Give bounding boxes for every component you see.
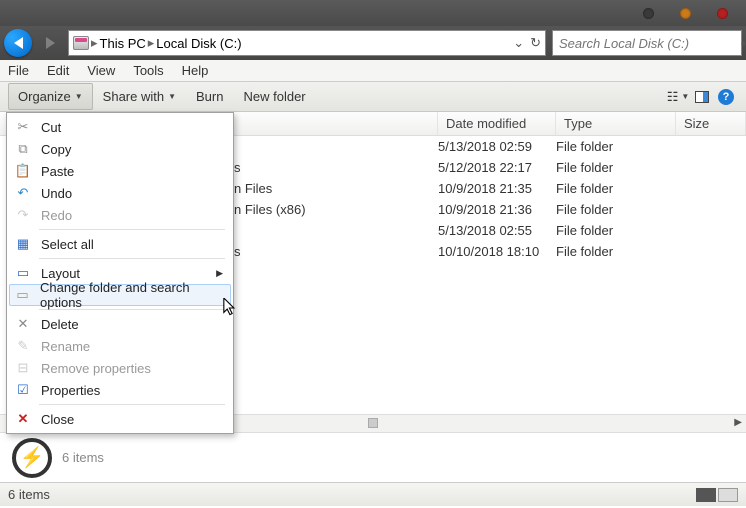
rename-icon: ✎	[15, 338, 31, 354]
menu-separator	[39, 258, 225, 259]
share-with-button[interactable]: Share with▼	[93, 83, 186, 110]
organize-menu: ✂Cut ⧉Copy 📋Paste ↶Undo ↷Redo ▦Select al…	[6, 112, 234, 434]
menu-edit[interactable]: Edit	[47, 63, 69, 78]
menu-undo[interactable]: ↶Undo	[9, 182, 231, 204]
file-type: File folder	[556, 202, 676, 217]
maximize-button[interactable]	[680, 8, 691, 19]
cut-icon: ✂	[15, 119, 31, 135]
file-type: File folder	[556, 139, 676, 154]
burn-button[interactable]: Burn	[186, 83, 233, 110]
menu-view[interactable]: View	[87, 63, 115, 78]
file-date: 5/13/2018 02:55	[438, 223, 556, 238]
chevron-down-icon: ▼	[75, 92, 83, 101]
delete-icon: ✕	[15, 316, 31, 332]
column-type[interactable]: Type	[556, 112, 676, 135]
menu-separator	[39, 404, 225, 405]
copy-icon: ⧉	[15, 141, 31, 157]
menu-close[interactable]: ✕Close	[9, 408, 231, 430]
file-date: 5/13/2018 02:59	[438, 139, 556, 154]
file-date: 5/12/2018 22:17	[438, 160, 556, 175]
menu-bar: File Edit View Tools Help	[0, 60, 746, 82]
status-text: 6 items	[8, 487, 50, 502]
close-icon: ✕	[15, 411, 31, 427]
column-date[interactable]: Date modified	[438, 112, 556, 135]
file-type: File folder	[556, 223, 676, 238]
file-date: 10/10/2018 18:10	[438, 244, 556, 259]
menu-paste[interactable]: 📋Paste	[9, 160, 231, 182]
status-view-icon-2[interactable]	[718, 488, 738, 502]
select-all-icon: ▦	[15, 236, 31, 252]
arrow-right-icon	[46, 37, 55, 49]
menu-rename: ✎Rename	[9, 335, 231, 357]
new-folder-button[interactable]: New folder	[233, 83, 315, 110]
redo-icon: ↷	[15, 207, 31, 223]
menu-change-options[interactable]: ▭Change folder and search options	[9, 284, 231, 306]
navigation-bar: ▸ This PC ▸ Local Disk (C:) ⌄ ↻ •••	[0, 26, 746, 60]
file-type: File folder	[556, 160, 676, 175]
breadcrumb-location[interactable]: Local Disk (C:)	[156, 36, 241, 51]
menu-select-all[interactable]: ▦Select all	[9, 233, 231, 255]
status-bar: 6 items	[0, 482, 746, 506]
search-input[interactable]	[559, 36, 737, 51]
arrow-left-icon	[14, 37, 23, 49]
breadcrumb-root[interactable]: This PC	[100, 36, 146, 51]
scroll-right-icon[interactable]: ▶	[734, 417, 742, 428]
menu-tools[interactable]: Tools	[133, 63, 163, 78]
undo-icon: ↶	[15, 185, 31, 201]
view-mode-button[interactable]: ☷ ▼	[668, 87, 688, 107]
search-more-icon[interactable]: •••	[741, 36, 746, 51]
details-text: 6 items	[62, 450, 104, 465]
back-button[interactable]	[4, 29, 32, 57]
menu-remove-properties: ⊟Remove properties	[9, 357, 231, 379]
menu-help[interactable]: Help	[182, 63, 209, 78]
file-type: File folder	[556, 181, 676, 196]
details-pane: ⚡ 6 items	[0, 432, 746, 482]
menu-properties[interactable]: ☑Properties	[9, 379, 231, 401]
address-dropdown-icon[interactable]: ⌄	[513, 35, 524, 51]
forward-button	[36, 29, 64, 57]
menu-redo: ↷Redo	[9, 204, 231, 226]
menu-separator	[39, 229, 225, 230]
menu-cut[interactable]: ✂Cut	[9, 116, 231, 138]
menu-delete[interactable]: ✕Delete	[9, 313, 231, 335]
preview-pane-button[interactable]	[692, 87, 712, 107]
paste-icon: 📋	[15, 163, 31, 179]
scrollbar-thumb[interactable]	[368, 418, 378, 428]
window-close-button[interactable]	[717, 8, 728, 19]
address-bar[interactable]: ▸ This PC ▸ Local Disk (C:) ⌄ ↻	[68, 30, 546, 56]
file-date: 10/9/2018 21:36	[438, 202, 556, 217]
toolbar: Organize▼ Share with▼ Burn New folder ☷ …	[0, 82, 746, 112]
file-date: 10/9/2018 21:35	[438, 181, 556, 196]
properties-icon: ☑	[15, 382, 31, 398]
column-size[interactable]: Size	[676, 112, 746, 135]
help-button[interactable]: ?	[716, 87, 736, 107]
submenu-arrow-icon: ▶	[216, 268, 223, 279]
file-type: File folder	[556, 244, 676, 259]
menu-file[interactable]: File	[8, 63, 29, 78]
remove-props-icon: ⊟	[15, 360, 31, 376]
menu-copy[interactable]: ⧉Copy	[9, 138, 231, 160]
breadcrumb-separator: ▸	[148, 35, 155, 51]
minimize-button[interactable]	[643, 8, 654, 19]
drive-large-icon: ⚡	[12, 438, 52, 478]
chevron-down-icon: ▼	[168, 92, 176, 101]
search-box[interactable]: •••	[552, 30, 742, 56]
drive-icon	[73, 36, 89, 50]
refresh-icon[interactable]: ↻	[530, 35, 541, 51]
status-view-icon-1[interactable]	[696, 488, 716, 502]
folder-options-icon: ▭	[15, 287, 30, 303]
help-icon: ?	[718, 89, 734, 105]
breadcrumb-separator: ▸	[91, 35, 98, 51]
layout-icon: ▭	[15, 265, 31, 281]
titlebar	[0, 0, 746, 26]
organize-button[interactable]: Organize▼	[8, 83, 93, 110]
